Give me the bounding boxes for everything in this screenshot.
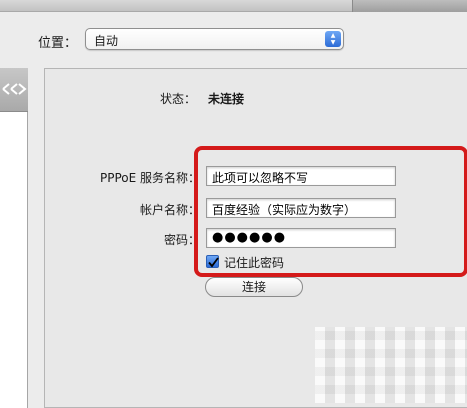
location-popup[interactable]: 自动 ▲ ▼ (85, 28, 344, 50)
status-label: 状态： (160, 92, 197, 106)
status-value: 未连接 (208, 92, 245, 106)
account-name-label: 帐户名称： (139, 203, 200, 217)
updown-arrows-icon: ▲ ▼ (325, 31, 341, 47)
checkmark-icon (208, 257, 219, 268)
network-arrows-icon (2, 83, 27, 95)
pppoe-service-label: PPPoE 服务名称： (99, 171, 200, 185)
watermark-blur (315, 327, 467, 403)
service-list[interactable] (0, 68, 28, 408)
password-label: 密码： (163, 233, 200, 247)
window-toolbar (0, 0, 467, 12)
location-label: 位置： (38, 36, 78, 51)
remember-password-checkbox[interactable] (206, 255, 219, 268)
password-input[interactable]: ●●●●●● (206, 228, 396, 248)
pppoe-service-input[interactable]: 此项可以忽略不写 (206, 166, 396, 186)
connect-button[interactable]: 连接 (205, 277, 303, 297)
account-name-input[interactable]: 百度经验（实际应为数字） (206, 198, 396, 218)
remember-password-label: 记住此密码 (224, 256, 285, 270)
toolbar-segment (352, 0, 467, 12)
service-list-header (0, 68, 28, 112)
location-popup-value: 自动 (94, 34, 119, 48)
